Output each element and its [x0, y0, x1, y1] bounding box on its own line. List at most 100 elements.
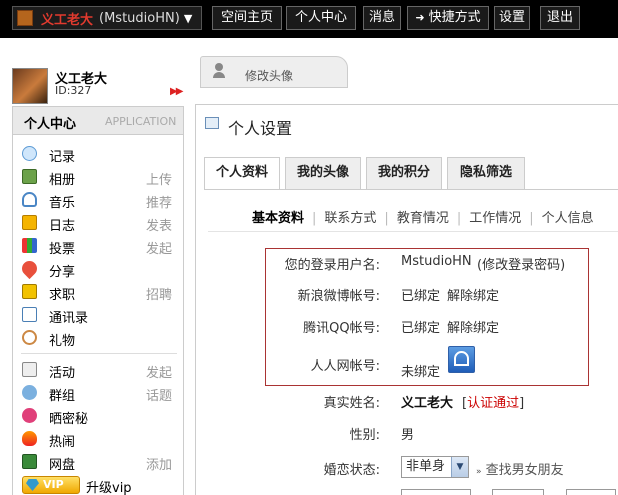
sidebar-item-action[interactable]: 发起 [146, 238, 172, 257]
nav-personal-center[interactable]: 个人中心 [286, 6, 356, 30]
sidebar-item-label: 求职 [49, 288, 76, 303]
nav-logout[interactable]: 退出 [540, 6, 580, 30]
sidebar-item-netdisk[interactable]: 网盘 添加 [22, 452, 172, 473]
sidebar-item-label: 音乐 [49, 196, 76, 211]
nav-messages[interactable]: 消息 [363, 6, 401, 30]
weibo-unbind-link[interactable]: 解除绑定 [447, 285, 499, 304]
sidebar-item-action[interactable]: 话题 [146, 385, 172, 404]
heart-icon [18, 257, 41, 280]
sidebar-item-label: 日志 [49, 219, 76, 234]
sidebar-item-vote[interactable]: 投票 发起 [22, 236, 172, 257]
site-brand-menu[interactable]: 义工老大 (MstudioHN) ▼ [12, 6, 202, 30]
verify-status: 认证通过 [467, 396, 520, 411]
sidebar-item-action[interactable]: 上传 [146, 169, 172, 188]
briefcase-icon [22, 284, 37, 299]
sidebar-item-action[interactable]: 添加 [146, 454, 172, 473]
sidebar-item-gifts[interactable]: 礼物 [22, 328, 172, 349]
edit-avatar-tab[interactable]: 修改头像 [200, 56, 348, 88]
photo-icon [22, 169, 37, 184]
sidebar-item-album[interactable]: 相册 上传 [22, 167, 172, 188]
diamond-icon [26, 479, 39, 491]
tab-avatar[interactable]: 我的头像 [285, 157, 361, 189]
sidebar-item-label: 网盘 [49, 458, 76, 473]
sidebar-item-label: 礼物 [49, 334, 76, 349]
speech-bubble-icon [22, 146, 37, 161]
id-card-icon [205, 117, 219, 129]
tab-profile[interactable]: 个人资料 [204, 157, 280, 190]
profile-id: ID:327 [55, 84, 92, 97]
sidebar-item-secrets[interactable]: 晒密秘 [22, 406, 172, 427]
sidebar-item-label: 升级vip [86, 481, 132, 495]
sidebar-item-label: 晒密秘 [49, 412, 89, 427]
sidebar-item-hot[interactable]: 热闹 [22, 429, 172, 450]
sidebar-item-label: 群组 [49, 389, 76, 404]
sidebar-item-action[interactable]: 招聘 [146, 284, 172, 303]
sidebar-item-records[interactable]: 记录 [22, 144, 172, 165]
subnav-work[interactable]: 工作情况 [469, 211, 521, 226]
weibo-status: 已绑定 [401, 289, 441, 304]
sidebar-header: 个人中心 APPLICATION [13, 107, 183, 135]
caret-down-icon: ▼ [183, 11, 193, 25]
subnav-personal-info[interactable]: 个人信息 [542, 211, 594, 226]
nav-settings[interactable]: 设置 [494, 6, 530, 30]
sidebar-item-label: 活动 [49, 366, 76, 381]
top-bar: 义工老大 (MstudioHN) ▼ 空间主页 个人中心 消息 ➜ 快捷方式 设… [0, 0, 618, 38]
flame-icon [22, 431, 37, 446]
profile-avatar[interactable] [12, 68, 48, 104]
sidebar-app-label: APPLICATION [105, 115, 177, 128]
qq-status: 已绑定 [401, 321, 441, 336]
arrow-right-icon: » [476, 467, 482, 477]
realname-label: 真实姓名: [323, 396, 380, 411]
tab-privacy[interactable]: 隐私筛选 [447, 157, 525, 189]
double-arrow-right-icon[interactable]: ▶▶ [170, 86, 183, 97]
sidebar-item-groups[interactable]: 群组 话题 [22, 383, 172, 404]
sidebar-item-action[interactable]: 发起 [146, 362, 172, 381]
group-icon [22, 385, 37, 400]
sidebar-item-events[interactable]: 活动 发起 [22, 360, 172, 381]
login-username-label: 您的登录用户名: [284, 258, 380, 273]
subnav-contact[interactable]: 联系方式 [324, 211, 376, 226]
realname-value: 义工老大 [401, 396, 454, 411]
sidebar-item-label: 热闹 [49, 435, 76, 450]
change-password-link[interactable]: (修改登录密码) [477, 254, 565, 273]
marital-select[interactable]: 非单身 ▼ [401, 456, 469, 478]
sidebar-item-upgrade-vip[interactable]: VIP 升级vip [22, 475, 172, 495]
renren-bind-icon[interactable] [448, 346, 475, 373]
sub-navigation: 基本资料 | 联系方式 | 教育情况 | 工作情况 | 个人信息 [252, 211, 594, 226]
find-partner-link[interactable]: » 查找男女朋友 [476, 459, 564, 478]
subnav-education[interactable]: 教育情况 [397, 211, 449, 226]
gift-icon [22, 330, 37, 345]
sidebar-item-share[interactable]: 分享 [18, 257, 172, 280]
birth-month-select[interactable] [492, 489, 544, 495]
nav-shortcuts[interactable]: ➜ 快捷方式 [407, 6, 489, 30]
birth-year-select[interactable] [401, 489, 471, 495]
sidebar-item-action[interactable]: 发表 [146, 215, 172, 234]
headphones-icon [22, 192, 37, 207]
notebook-icon [22, 215, 37, 230]
address-book-icon [22, 307, 37, 322]
sidebar-title: 个人中心 [24, 117, 77, 132]
renren-account-label: 人人网帐号: [310, 359, 380, 374]
qq-unbind-link[interactable]: 解除绑定 [447, 317, 499, 336]
vip-badge-text: VIP [43, 478, 64, 491]
dropdown-arrow-icon: ▼ [451, 457, 468, 477]
weibo-account-label: 新浪微博帐号: [297, 289, 380, 304]
tab-points[interactable]: 我的积分 [366, 157, 442, 189]
sidebar-item-music[interactable]: 音乐 推荐 [22, 190, 172, 211]
sidebar-item-contacts[interactable]: 通讯录 [22, 305, 172, 326]
brand-username: 义工老大 [41, 12, 94, 28]
nav-home[interactable]: 空间主页 [212, 6, 282, 30]
settings-panel: 个人设置 个人资料 我的头像 我的积分 隐私筛选 基本资料 | 联系方式 | 教育情况 |… [195, 104, 618, 495]
qq-account-label: 腾讯QQ帐号: [303, 321, 380, 336]
page-title: 个人设置 [228, 119, 293, 138]
subnav-basic[interactable]: 基本资料 [252, 211, 304, 226]
tab-divider [204, 189, 618, 190]
sidebar-item-action[interactable]: 推荐 [146, 192, 172, 211]
sidebar-item-label: 通讯录 [49, 311, 89, 326]
brand-handle: (MstudioHN) [99, 10, 180, 26]
birth-day-select[interactable] [566, 489, 616, 495]
gender-value: 男 [401, 428, 415, 443]
sidebar-item-blog[interactable]: 日志 发表 [22, 213, 172, 234]
sidebar-item-jobs[interactable]: 求职 招聘 [22, 282, 172, 303]
sidebar-item-label: 分享 [49, 265, 76, 280]
